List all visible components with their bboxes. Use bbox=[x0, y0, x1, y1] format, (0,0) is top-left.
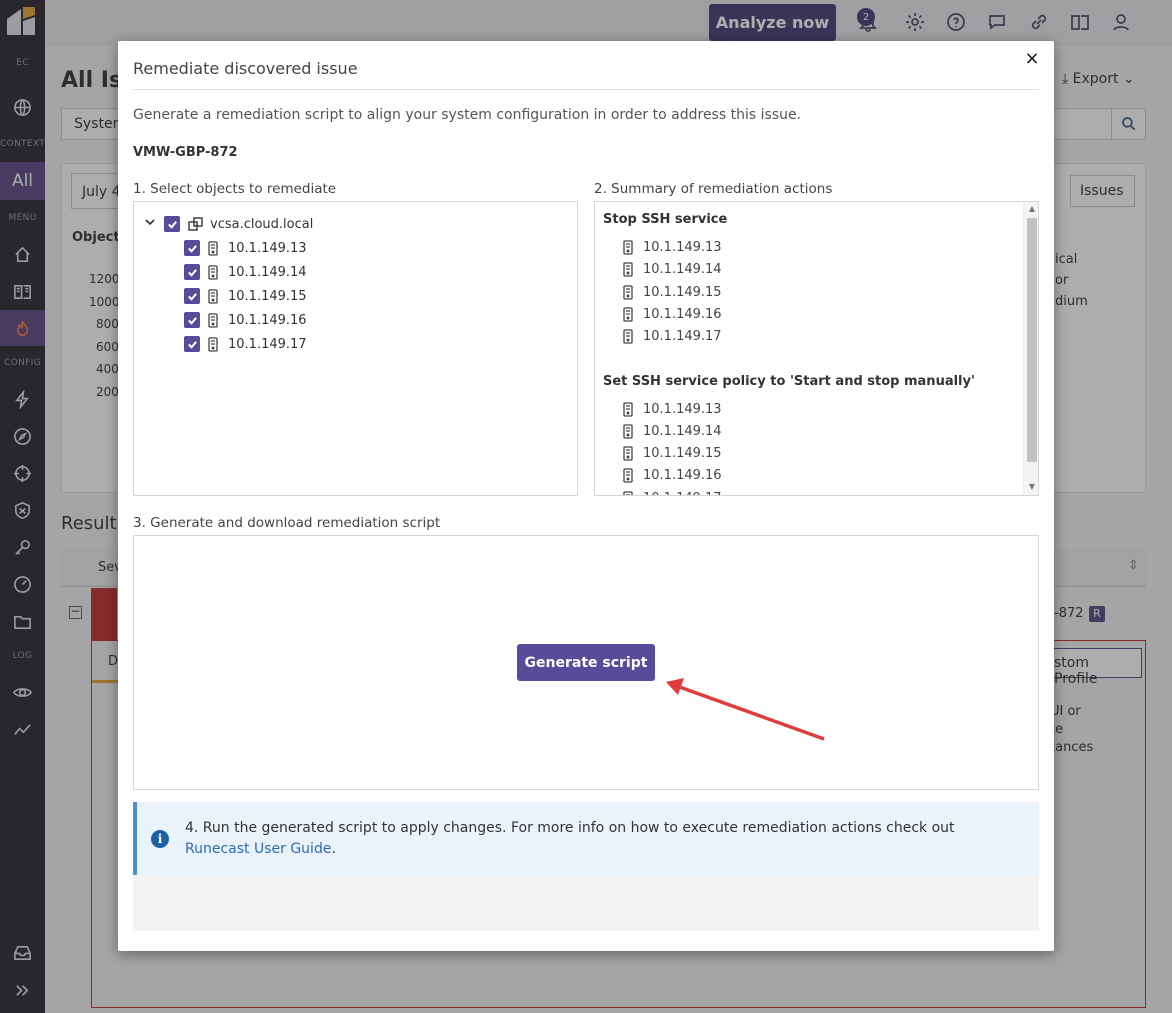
object-tree-panel: vcsa.cloud.local 10.1.149.13 10.1.149.14 1… bbox=[133, 201, 578, 496]
info-text: 4. Run the generated script to apply cha… bbox=[185, 818, 1005, 860]
scroll-thumb[interactable] bbox=[1027, 218, 1037, 462]
close-icon[interactable]: × bbox=[1024, 50, 1040, 68]
action-host-row: 10.1.149.15 bbox=[623, 446, 722, 461]
action-host-label: 10.1.149.14 bbox=[643, 423, 722, 439]
modal-description: Generate a remediation script to align y… bbox=[133, 107, 802, 123]
action-host-row: 10.1.149.14 bbox=[623, 424, 722, 439]
action-host-row: 10.1.149.17 bbox=[623, 491, 722, 495]
generate-script-button[interactable]: Generate script bbox=[517, 644, 655, 681]
tree-host-row[interactable]: 10.1.149.17 bbox=[184, 334, 307, 354]
server-icon bbox=[623, 240, 633, 255]
server-icon bbox=[623, 424, 633, 439]
action-host-label: 10.1.149.17 bbox=[643, 491, 722, 495]
modal-footer bbox=[133, 875, 1039, 931]
action-host-row: 10.1.149.15 bbox=[623, 285, 722, 300]
issue-id: VMW-GBP-872 bbox=[133, 145, 238, 160]
summary-scrollbar[interactable]: ▲ ▼ bbox=[1023, 202, 1038, 495]
action-host-row: 10.1.149.17 bbox=[623, 329, 722, 344]
tree-host-row[interactable]: 10.1.149.15 bbox=[184, 286, 307, 306]
info-end: . bbox=[331, 841, 336, 857]
action-host-label: 10.1.149.15 bbox=[643, 446, 722, 462]
action-title: Set SSH service policy to 'Start and sto… bbox=[603, 373, 975, 389]
info-message: 4. Run the generated script to apply cha… bbox=[185, 820, 955, 836]
host-checkbox[interactable] bbox=[184, 336, 200, 352]
server-icon bbox=[208, 240, 218, 256]
vcenter-icon bbox=[188, 216, 204, 232]
step2-label: 2. Summary of remediation actions bbox=[594, 181, 833, 197]
action-host-row: 10.1.149.14 bbox=[623, 262, 722, 277]
modal-divider bbox=[133, 89, 1039, 90]
server-icon bbox=[623, 491, 633, 495]
server-icon bbox=[623, 446, 633, 461]
action-host-label: 10.1.149.17 bbox=[643, 329, 722, 345]
tree-root-row[interactable]: vcsa.cloud.local bbox=[144, 214, 313, 234]
action-host-row: 10.1.149.16 bbox=[623, 468, 722, 483]
action-host-row: 10.1.149.16 bbox=[623, 307, 722, 322]
server-icon bbox=[623, 468, 633, 484]
server-icon bbox=[208, 312, 218, 328]
host-checkbox[interactable] bbox=[184, 264, 200, 280]
chevron-down-icon[interactable] bbox=[144, 216, 158, 232]
tree-host-row[interactable]: 10.1.149.13 bbox=[184, 238, 307, 258]
action-host-label: 10.1.149.15 bbox=[643, 284, 722, 300]
server-icon bbox=[208, 288, 218, 304]
step3-label: 3. Generate and download remediation scr… bbox=[133, 515, 441, 531]
action-title: Stop SSH service bbox=[603, 212, 728, 227]
action-host-row: 10.1.149.13 bbox=[623, 240, 722, 255]
server-icon bbox=[208, 336, 218, 352]
host-label: 10.1.149.13 bbox=[228, 240, 307, 256]
user-guide-link[interactable]: Runecast User Guide bbox=[185, 841, 331, 857]
tree-host-row[interactable]: 10.1.149.16 bbox=[184, 310, 307, 330]
scroll-down-icon[interactable]: ▼ bbox=[1027, 482, 1037, 491]
modal-title: Remediate discovered issue bbox=[133, 59, 358, 78]
host-label: 10.1.149.15 bbox=[228, 288, 307, 304]
host-label: 10.1.149.16 bbox=[228, 312, 307, 328]
server-icon bbox=[208, 264, 218, 280]
tree-host-row[interactable]: 10.1.149.14 bbox=[184, 262, 307, 282]
action-host-label: 10.1.149.16 bbox=[643, 306, 722, 322]
action-host-label: 10.1.149.16 bbox=[643, 468, 722, 484]
scroll-up-icon[interactable]: ▲ bbox=[1027, 204, 1037, 213]
action-host-label: 10.1.149.13 bbox=[643, 240, 722, 255]
server-icon bbox=[623, 307, 633, 322]
remediate-modal: Remediate discovered issue × Generate a … bbox=[118, 41, 1054, 951]
info-box: i 4. Run the generated script to apply c… bbox=[133, 802, 1039, 875]
server-icon bbox=[623, 262, 633, 277]
step1-label: 1. Select objects to remediate bbox=[133, 181, 337, 197]
server-icon bbox=[623, 284, 633, 300]
host-checkbox[interactable] bbox=[184, 312, 200, 328]
host-checkbox[interactable] bbox=[184, 240, 200, 256]
action-host-row: 10.1.149.13 bbox=[623, 402, 722, 417]
server-icon bbox=[623, 401, 633, 417]
host-checkbox[interactable] bbox=[184, 288, 200, 304]
action-host-label: 10.1.149.13 bbox=[643, 401, 722, 417]
actions-summary-panel: Stop SSH service 10.1.149.13 10.1.149.14 10… bbox=[594, 201, 1039, 496]
tree-root-label: vcsa.cloud.local bbox=[210, 216, 314, 232]
server-icon bbox=[623, 329, 633, 344]
tree-root-checkbox[interactable] bbox=[164, 216, 180, 232]
info-icon: i bbox=[151, 830, 169, 848]
host-label: 10.1.149.17 bbox=[228, 336, 307, 352]
annotation-arrow bbox=[666, 678, 825, 741]
host-label: 10.1.149.14 bbox=[228, 264, 307, 280]
action-host-label: 10.1.149.14 bbox=[643, 262, 722, 278]
